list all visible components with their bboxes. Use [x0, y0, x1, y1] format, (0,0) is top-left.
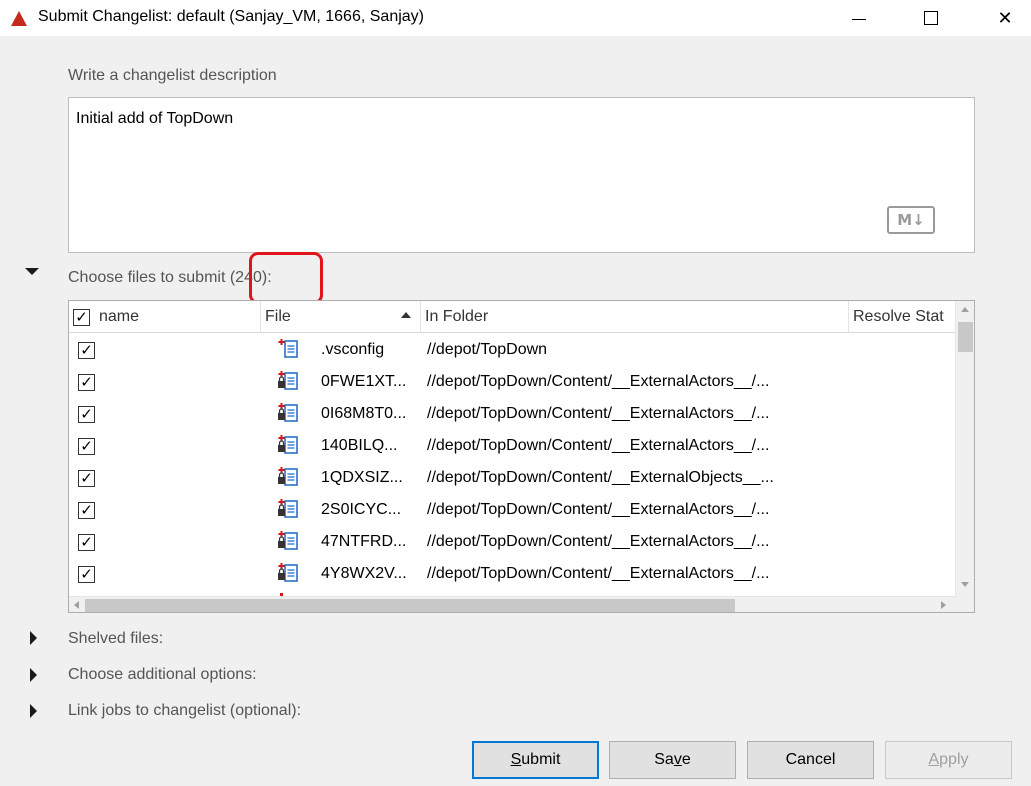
folder-cell: //depot/TopDown/Content/__ExternalActors…: [427, 533, 770, 550]
scroll-left-icon[interactable]: [74, 601, 79, 609]
folder-cell: //depot/TopDown/Content/__ExternalObject…: [427, 469, 774, 486]
column-header-file[interactable]: File: [261, 301, 421, 333]
scrollbar-corner: [955, 596, 974, 612]
app-logo-icon: [11, 11, 27, 26]
sort-ascending-icon: [401, 312, 411, 318]
minimize-button[interactable]: [836, 0, 882, 36]
horizontal-scroll-thumb[interactable]: [85, 599, 735, 612]
close-button[interactable]: ✕: [982, 0, 1028, 36]
folder-cell: //depot/TopDown: [427, 341, 548, 358]
table-row[interactable]: ✓ 0FWE1XT... //depot/TopDown/Content/__Ex…: [69, 366, 955, 398]
add-file-icon: [277, 338, 299, 360]
expand-shelved-chevron-icon[interactable]: [30, 631, 37, 645]
vertical-scroll-thumb[interactable]: [958, 322, 973, 352]
row-checkbox[interactable]: ✓: [78, 534, 95, 551]
add-locked-file-icon: [277, 562, 299, 584]
column-folder-label: In Folder: [425, 308, 489, 325]
table-row[interactable]: ✓ 0I68M8T0... //depot/TopDown/Content/__E…: [69, 398, 955, 430]
cancel-button[interactable]: Cancel: [747, 741, 874, 779]
minimize-icon: [852, 18, 866, 20]
description-label: Write a changelist description: [68, 67, 277, 84]
close-icon: ✕: [997, 7, 1013, 29]
row-checkbox[interactable]: ✓: [78, 374, 95, 391]
scroll-up-icon[interactable]: [961, 307, 969, 312]
folder-cell: //depot/TopDown/Content/__ExternalActors…: [427, 501, 770, 518]
row-checkbox[interactable]: ✓: [78, 342, 95, 359]
table-row[interactable]: ✓ 47NTFRD... //depot/TopDown/Content/__Ex…: [69, 526, 955, 558]
file-name-cell: 4Y8WX2V...: [321, 565, 407, 582]
row-checkbox[interactable]: ✓: [78, 406, 95, 423]
submit-button[interactable]: Submit: [472, 741, 599, 779]
file-name-cell: 0FWE1XT...: [321, 373, 407, 390]
row-checkbox[interactable]: ✓: [78, 438, 95, 455]
folder-cell: //depot/TopDown/Content/__ExternalActors…: [427, 565, 770, 582]
folder-cell: //depot/TopDown/Content/__ExternalActors…: [427, 405, 770, 422]
column-header-folder[interactable]: In Folder: [421, 301, 849, 333]
folder-cell: //depot/TopDown/Content/__ExternalActors…: [427, 437, 770, 454]
maximize-button[interactable]: [908, 0, 954, 36]
add-locked-file-icon: [277, 530, 299, 552]
row-checkbox[interactable]: ✓: [78, 502, 95, 519]
table-row[interactable]: ✓ 4Y8WX2V... //depot/TopDown/Content/__Ex…: [69, 558, 955, 590]
table-row[interactable]: ✓ 140BILQ... //depot/TopDown/Content/__Ex…: [69, 430, 955, 462]
expand-options-chevron-icon[interactable]: [30, 668, 37, 682]
file-name-cell: .vsconfig: [321, 341, 385, 358]
table-body: ✓ .vsconfig //depot/TopDown ✓ 0FWE1XT... //…: [69, 334, 955, 596]
column-resolve-label: Resolve Stat: [853, 308, 944, 325]
column-header-name[interactable]: ✓ name: [69, 301, 261, 333]
maximize-icon: [924, 11, 938, 25]
description-textarea[interactable]: Initial add of TopDown M↓: [68, 97, 975, 253]
row-checkbox[interactable]: ✓: [78, 470, 95, 487]
description-text: Initial add of TopDown: [76, 110, 234, 127]
link-jobs-label[interactable]: Link jobs to changelist (optional):: [68, 702, 301, 720]
column-name-label: name: [99, 308, 140, 325]
add-locked-file-icon: [277, 402, 299, 424]
table-header: ✓ name File In Folder Resolve Stat: [69, 301, 955, 333]
save-button[interactable]: Sa v e: [609, 741, 736, 779]
files-table[interactable]: ✓ name File In Folder Resolve Stat ✓ .vs…: [68, 300, 975, 613]
apply-button[interactable]: Apply: [885, 741, 1012, 779]
folder-cell: //depot/TopDown/Content/__ExternalActors…: [427, 373, 770, 390]
title-bar: Submit Changelist: default (Sanjay_VM, 1…: [0, 0, 1031, 36]
file-name-cell: 140BILQ...: [321, 437, 398, 454]
scroll-down-icon[interactable]: [961, 582, 969, 587]
table-row[interactable]: ✓ .vsconfig //depot/TopDown: [69, 334, 955, 366]
add-locked-file-icon: [277, 498, 299, 520]
collapse-files-chevron-icon[interactable]: [25, 268, 39, 275]
shelved-files-label[interactable]: Shelved files:: [68, 630, 163, 648]
add-locked-file-icon: [277, 434, 299, 456]
vertical-scrollbar[interactable]: [955, 301, 974, 596]
expand-jobs-chevron-icon[interactable]: [30, 704, 37, 718]
file-name-cell: 2S0ICYC...: [321, 501, 402, 518]
additional-options-label[interactable]: Choose additional options:: [68, 666, 257, 684]
files-section-label: Choose files to submit (240):: [68, 269, 272, 286]
count-highlight-annotation: [249, 252, 323, 304]
table-row[interactable]: ✓ 1QDXSIZ... //depot/TopDown/Content/__Ex…: [69, 462, 955, 494]
table-row[interactable]: ✓ 2S0ICYC... //depot/TopDown/Content/__Ex…: [69, 494, 955, 526]
column-header-resolve[interactable]: Resolve Stat: [849, 301, 955, 333]
file-name-cell: 47NTFRD...: [321, 533, 407, 550]
row-checkbox[interactable]: ✓: [78, 566, 95, 583]
scroll-right-icon[interactable]: [941, 601, 946, 609]
markdown-icon[interactable]: M↓: [887, 206, 935, 234]
add-locked-file-icon: [277, 466, 299, 488]
horizontal-scrollbar[interactable]: [69, 596, 955, 612]
column-file-label: File: [265, 308, 291, 325]
file-name-cell: 1QDXSIZ...: [321, 469, 403, 486]
select-all-checkbox[interactable]: ✓: [73, 308, 90, 326]
window-title: Submit Changelist: default (Sanjay_VM, 1…: [38, 8, 424, 25]
add-locked-file-icon: [277, 370, 299, 392]
file-name-cell: 0I68M8T0...: [321, 405, 407, 422]
